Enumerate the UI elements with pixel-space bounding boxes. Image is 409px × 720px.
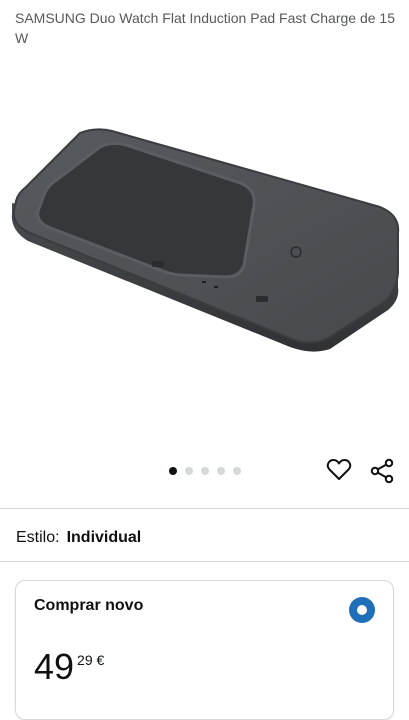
carousel-dot-3[interactable]	[200, 467, 209, 475]
buy-option-radio[interactable]	[349, 597, 375, 623]
carousel-dot-4[interactable]	[216, 467, 225, 475]
buy-option-title: Comprar novo	[34, 597, 144, 614]
carousel-dot-1[interactable]	[168, 467, 177, 475]
style-value: Individual	[66, 529, 142, 546]
divider	[0, 508, 409, 509]
style-selector[interactable]: Estilo: Individual	[16, 527, 141, 549]
radio-selected-indicator	[357, 605, 367, 615]
price-fraction: 29 €	[77, 652, 105, 668]
price-whole: 49	[34, 646, 75, 687]
price: 49 29 €	[34, 647, 104, 687]
heart-icon[interactable]	[326, 458, 352, 482]
buy-new-option[interactable]: Comprar novo 49 29 €	[15, 580, 394, 720]
style-label: Estilo:	[16, 529, 60, 546]
product-title: SAMSUNG Duo Watch Flat Induction Pad Fas…	[15, 10, 395, 46]
carousel-dot-2[interactable]	[184, 467, 193, 475]
divider	[0, 561, 409, 562]
carousel-dot-5[interactable]	[232, 467, 241, 475]
share-icon[interactable]	[370, 458, 394, 484]
product-image[interactable]	[0, 55, 409, 455]
